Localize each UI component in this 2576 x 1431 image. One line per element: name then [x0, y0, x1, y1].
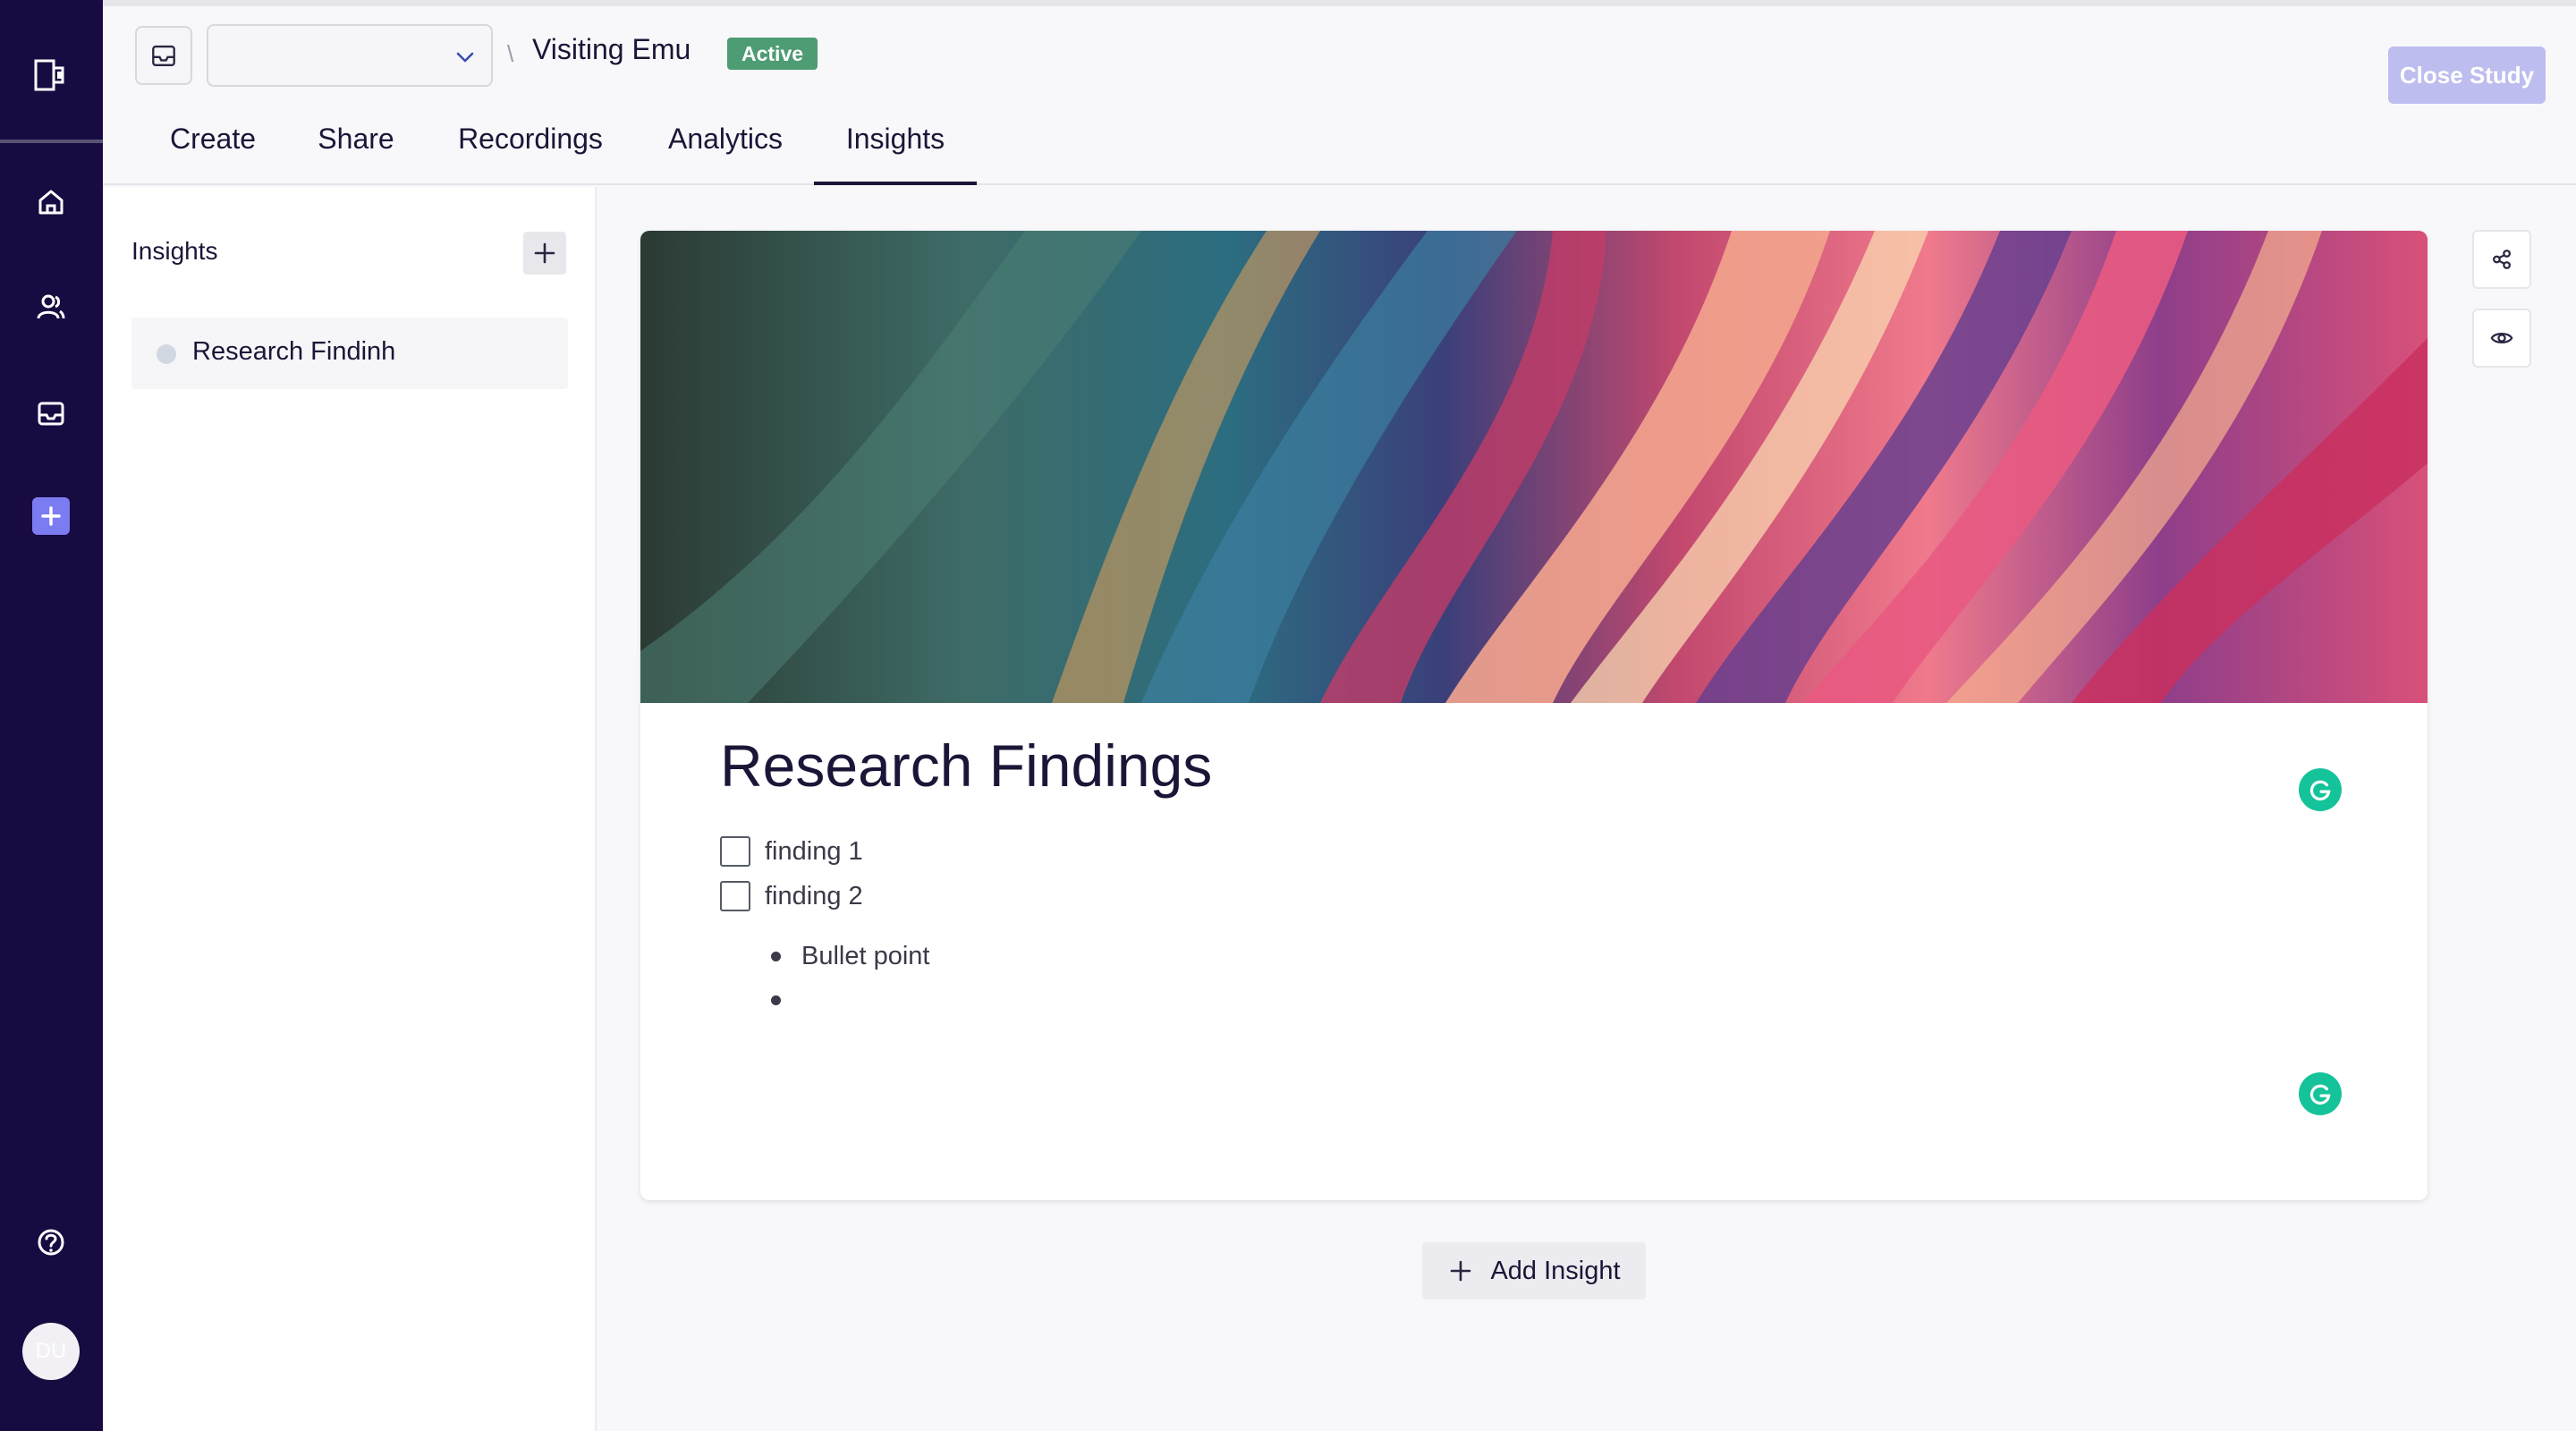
close-study-button[interactable]: Close Study: [2388, 47, 2546, 104]
checkbox[interactable]: [720, 836, 750, 867]
checkbox[interactable]: [720, 881, 750, 911]
study-select[interactable]: [207, 24, 493, 87]
preview-insight-button[interactable]: [2472, 309, 2531, 368]
checklist-item: finding 1: [720, 834, 863, 869]
user-avatar[interactable]: DU: [22, 1323, 80, 1380]
home-icon[interactable]: [32, 183, 70, 221]
top-divider: [103, 0, 2576, 6]
chevron-down-icon: [456, 52, 474, 63]
users-icon[interactable]: [32, 288, 70, 326]
plus-icon: [41, 506, 61, 526]
inbox-icon: [152, 45, 175, 66]
create-study-button[interactable]: [32, 497, 70, 535]
checklist-item-label[interactable]: finding 2: [765, 882, 863, 911]
rail-divider: [0, 140, 103, 143]
document-title[interactable]: Research Findings: [720, 732, 1212, 800]
grammarly-icon[interactable]: [2299, 768, 2342, 811]
insight-list-item-label: Research Findinh: [192, 337, 396, 366]
plus-icon: [534, 242, 555, 264]
bullet-icon: [771, 995, 781, 1005]
plus-icon: [1447, 1257, 1474, 1284]
inbox-icon[interactable]: [32, 394, 70, 432]
app-logo-icon[interactable]: [30, 55, 70, 95]
cover-image[interactable]: [640, 231, 2428, 703]
tab-insights[interactable]: Insights: [814, 123, 977, 185]
add-insight-label: Add Insight: [1490, 1256, 1621, 1285]
status-dot-icon: [157, 344, 176, 364]
study-title: Visiting Emu: [532, 33, 691, 65]
add-insight-icon-button[interactable]: [523, 232, 566, 275]
insights-panel-title: Insights: [131, 237, 218, 265]
study-header: \ Visiting Emu Active Close Study Create…: [103, 6, 2576, 185]
share-icon: [2493, 250, 2511, 269]
tab-create[interactable]: Create: [170, 123, 256, 185]
eye-icon: [2490, 332, 2513, 344]
help-icon[interactable]: [32, 1224, 70, 1261]
grammarly-icon[interactable]: [2299, 1072, 2342, 1115]
insights-list-panel: Insights Research Findinh: [103, 187, 597, 1431]
breadcrumb-separator: \: [507, 40, 514, 67]
nav-rail: DU: [0, 0, 103, 1431]
avatar-initials: DU: [35, 1339, 67, 1363]
bullet-item[interactable]: [771, 982, 801, 1018]
bullet-icon: [771, 951, 781, 961]
bullet-text: Bullet point: [801, 941, 930, 970]
checklist-item-label[interactable]: finding 1: [765, 837, 863, 867]
app-root: DU \ Visiting Emu Active Close Study Cre…: [0, 0, 2576, 1431]
checklist-item: finding 2: [720, 878, 863, 914]
study-inbox-button[interactable]: [135, 26, 192, 85]
share-insight-button[interactable]: [2472, 230, 2531, 289]
insight-list-item[interactable]: Research Findinh: [131, 318, 568, 389]
tab-analytics[interactable]: Analytics: [663, 123, 788, 185]
tab-recordings[interactable]: Recordings: [456, 123, 605, 185]
add-insight-button[interactable]: Add Insight: [1422, 1242, 1646, 1300]
insight-card: Research Findings finding 1 finding 2 Bu…: [640, 231, 2428, 1200]
tab-share[interactable]: Share: [316, 123, 396, 185]
bullet-item[interactable]: Bullet point: [771, 938, 930, 974]
status-badge: Active: [727, 38, 818, 70]
